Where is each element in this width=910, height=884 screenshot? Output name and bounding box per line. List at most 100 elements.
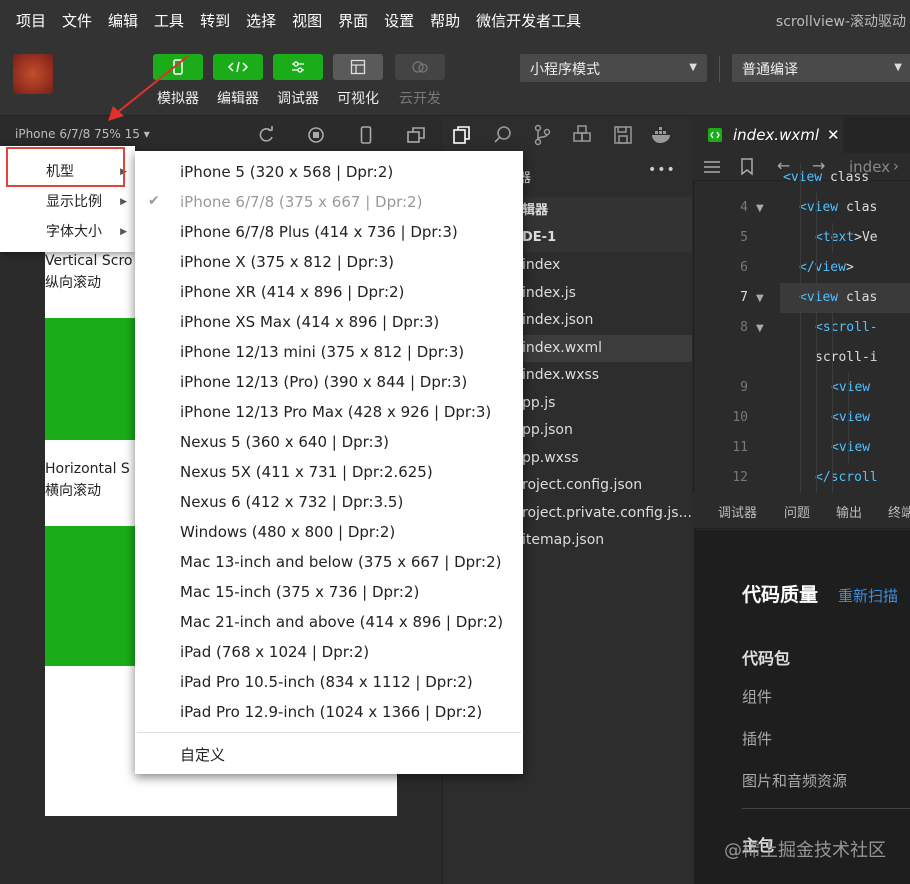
code-line[interactable]: </view>	[799, 260, 854, 275]
bookmark-icon[interactable]	[740, 158, 754, 176]
submenu-item-device[interactable]: iPhone 5 (320 x 568 | Dpr:2)	[135, 157, 523, 187]
submenu-item-device[interactable]: iPad Pro 12.9-inch (1024 x 1366 | Dpr:2)	[135, 697, 523, 727]
rotate-icon[interactable]	[256, 125, 276, 145]
submenu-item-device[interactable]: Nexus 6 (412 x 732 | Dpr:3.5)	[135, 487, 523, 517]
tab-problems[interactable]: 问题	[784, 502, 810, 521]
submenu-item-device[interactable]: iPhone XS Max (414 x 896 | Dpr:3)	[135, 307, 523, 337]
code-line[interactable]: <view	[831, 410, 870, 425]
menu-goto[interactable]: 转到	[184, 10, 230, 31]
tab-output[interactable]: 输出	[836, 502, 862, 521]
compile-select[interactable]: 普通编译 ▼	[732, 54, 910, 82]
menu-interface[interactable]: 界面	[322, 10, 368, 31]
submenu-item-device[interactable]: iPhone X (375 x 812 | Dpr:3)	[135, 247, 523, 277]
popout-icon[interactable]	[406, 125, 426, 145]
quality-item-media[interactable]: 图片和音频资源	[742, 770, 847, 791]
indent-guide	[832, 343, 833, 373]
indent-guide	[816, 313, 817, 343]
quality-item-components[interactable]: 组件	[742, 686, 772, 707]
menu-project[interactable]: 项目	[0, 10, 46, 31]
submenu-item-device[interactable]: iPad Pro 10.5-inch (834 x 1112 | Dpr:2)	[135, 667, 523, 697]
indent-guide	[800, 193, 801, 223]
simulator-button[interactable]	[153, 54, 203, 80]
code-line[interactable]: </scroll	[815, 470, 878, 485]
search-icon[interactable]	[493, 125, 513, 145]
stop-icon[interactable]	[306, 125, 326, 145]
mode-select[interactable]: 小程序模式 ▼	[520, 54, 707, 82]
submenu-item-device[interactable]: Mac 13-inch and below (375 x 667 | Dpr:2…	[135, 547, 523, 577]
code-line[interactable]: <view	[831, 440, 870, 455]
indent-guide	[816, 403, 817, 433]
fold-chevron-icon[interactable]: ▼	[756, 203, 764, 214]
extensions-icon[interactable]	[572, 125, 594, 145]
submenu-item-device[interactable]: iPhone 6/7/8 (375 x 667 | Dpr:2)	[135, 187, 523, 217]
menu-tools[interactable]: 工具	[138, 10, 184, 31]
fold-chevron-icon[interactable]: ▼	[756, 293, 764, 304]
code-line[interactable]: scroll-i	[815, 350, 878, 365]
code-line[interactable]: <view clas	[799, 290, 877, 305]
package-heading: 代码包	[742, 649, 791, 668]
cloud-dev-button[interactable]	[395, 54, 445, 80]
menu-wechat-devtools[interactable]: 微信开发者工具	[460, 10, 581, 31]
close-icon[interactable]: ✕	[827, 126, 840, 144]
quality-item-plugins[interactable]: 插件	[742, 728, 772, 749]
indent-guide	[816, 283, 817, 313]
rescan-link[interactable]: 重新扫描	[838, 585, 898, 606]
breadcrumb-chevron-icon: ›	[893, 157, 899, 175]
save-icon[interactable]	[613, 125, 633, 145]
code-line[interactable]: <view	[831, 380, 870, 395]
debugger-button[interactable]	[273, 54, 323, 80]
indent-guide	[816, 463, 817, 493]
code-line[interactable]: <scroll-	[815, 320, 878, 335]
submenu-item-device[interactable]: iPhone XR (414 x 896 | Dpr:2)	[135, 277, 523, 307]
tab-terminal[interactable]: 终端	[888, 502, 910, 521]
submenu-item-device[interactable]: Nexus 5 (360 x 640 | Dpr:3)	[135, 427, 523, 457]
editor-button[interactable]	[213, 54, 263, 80]
chevron-right-icon: ▶	[120, 227, 127, 237]
line-number: 8	[740, 320, 748, 335]
indent-guide	[816, 433, 817, 463]
indent-guide	[816, 373, 817, 403]
tab-label: index.wxml	[733, 126, 819, 144]
tab-debugger[interactable]: 调试器	[718, 502, 757, 521]
line-number: 11	[732, 440, 748, 455]
menu-edit[interactable]: 编辑	[92, 10, 138, 31]
code-line[interactable]: <view class	[783, 170, 869, 185]
visualize-button[interactable]	[333, 54, 383, 80]
menu-select[interactable]: 选择	[230, 10, 276, 31]
menu-file[interactable]: 文件	[46, 10, 92, 31]
submenu-item-device[interactable]: Mac 15-inch (375 x 736 | Dpr:2)	[135, 577, 523, 607]
code-line[interactable]: <text>Ve	[815, 230, 878, 245]
code-line[interactable]: <view clas	[799, 200, 877, 215]
submenu-item-device[interactable]: iPhone 12/13 Pro Max (428 x 926 | Dpr:3)	[135, 397, 523, 427]
line-number: 4	[740, 200, 748, 215]
submenu-item-device[interactable]: Nexus 5X (411 x 731 | Dpr:2.625)	[135, 457, 523, 487]
device-selector[interactable]: iPhone 6/7/8 75% 15 ▾	[15, 127, 150, 141]
indent-guide	[800, 433, 801, 463]
more-icon[interactable]: •••	[648, 162, 676, 178]
avatar[interactable]	[13, 54, 53, 94]
list-icon[interactable]	[703, 159, 721, 175]
indent-guide	[800, 343, 801, 373]
tab-index-wxml[interactable]: index.wxml ✕	[693, 117, 843, 153]
fold-chevron-icon[interactable]: ▼	[756, 323, 764, 334]
ctx-item-font-size[interactable]: 字体大小 ▶	[0, 217, 135, 247]
submenu-item-device[interactable]: iPhone 6/7/8 Plus (414 x 736 | Dpr:3)	[135, 217, 523, 247]
menu-view[interactable]: 视图	[276, 10, 322, 31]
submenu-item-device[interactable]: iPhone 12/13 (Pro) (390 x 844 | Dpr:3)	[135, 367, 523, 397]
indent-guide	[816, 223, 817, 253]
menu-settings[interactable]: 设置	[368, 10, 414, 31]
git-branch-icon[interactable]	[532, 124, 552, 146]
phone-icon[interactable]	[356, 125, 376, 145]
ctx-item-scale[interactable]: 显示比例 ▶	[0, 187, 135, 217]
submenu-item-device[interactable]: iPad (768 x 1024 | Dpr:2)	[135, 637, 523, 667]
submenu-item-custom[interactable]: 自定义	[135, 740, 523, 770]
indent-guide	[832, 373, 833, 403]
watermark: @稀土掘金技术社区	[724, 840, 886, 861]
submenu-item-device[interactable]: iPhone 12/13 mini (375 x 812 | Dpr:3)	[135, 337, 523, 367]
indent-guide	[832, 433, 833, 463]
submenu-item-device[interactable]: Windows (480 x 800 | Dpr:2)	[135, 517, 523, 547]
docker-icon[interactable]	[650, 125, 674, 145]
submenu-item-device[interactable]: Mac 21-inch and above (414 x 896 | Dpr:2…	[135, 607, 523, 637]
files-icon[interactable]	[452, 125, 472, 145]
menu-help[interactable]: 帮助	[414, 10, 460, 31]
